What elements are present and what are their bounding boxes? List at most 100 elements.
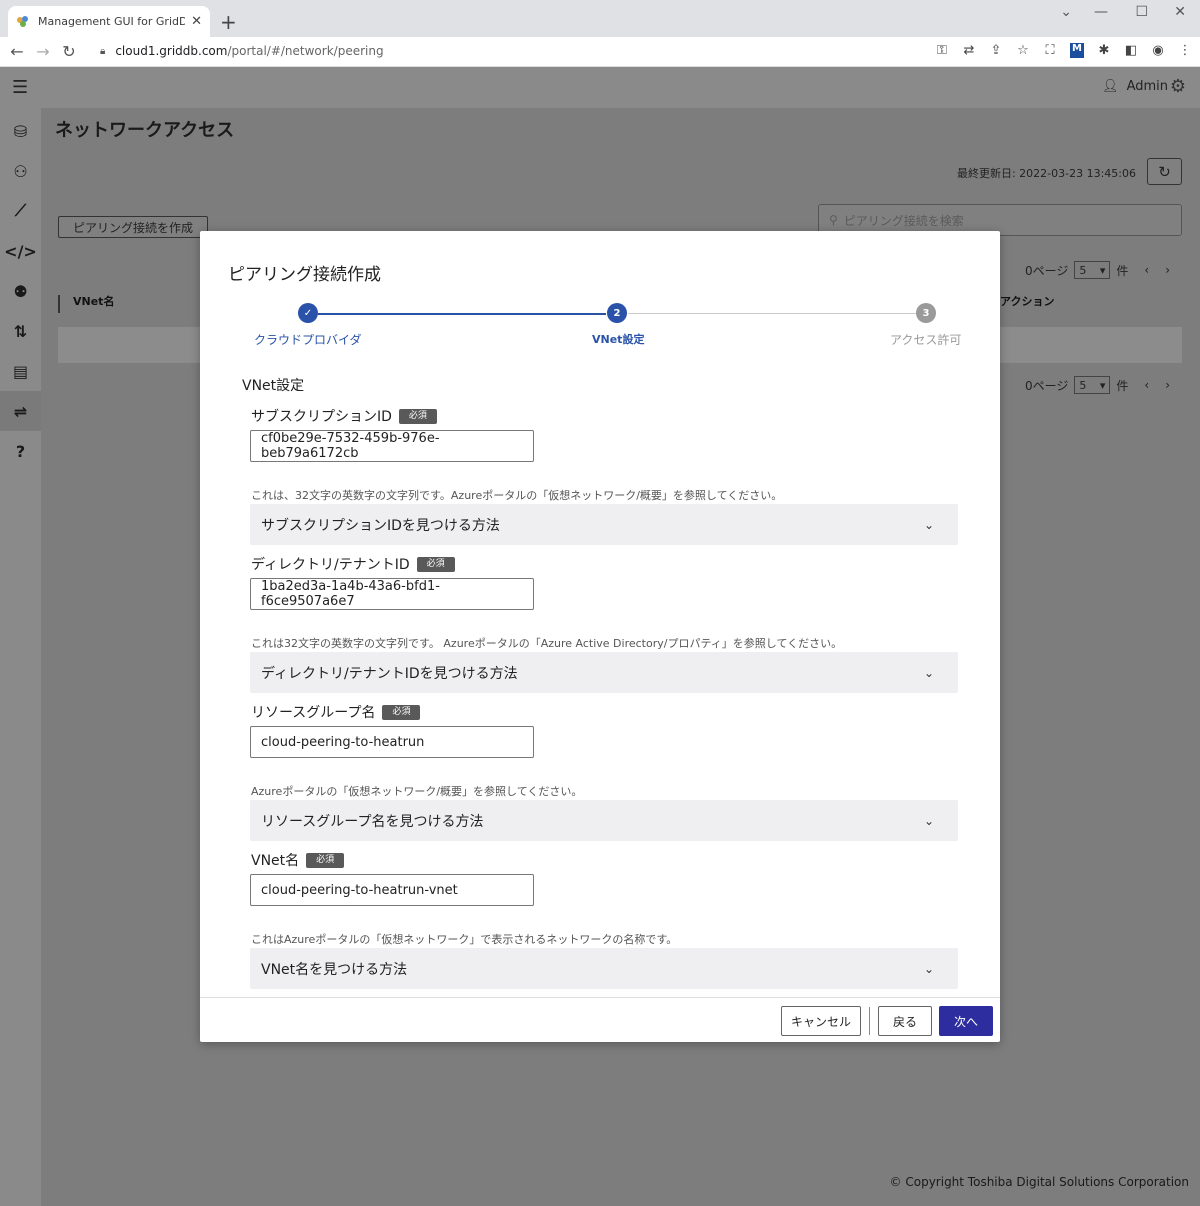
kebab-menu-icon[interactable]: ⋮: [1178, 43, 1192, 58]
vnet-name-label: VNet名 必須: [251, 850, 345, 870]
chevron-down-icon: ⌄: [923, 813, 934, 828]
url-path: /portal/#/network/peering: [227, 44, 384, 58]
tenant-id-label: ディレクトリ/テナントID 必須: [251, 554, 455, 574]
forward-arrow-icon[interactable]: →: [30, 42, 56, 61]
key-icon[interactable]: ⚿: [935, 43, 949, 58]
vnet-name-hint: これはAzureポータルの「仮想ネットワーク」で表示されるネットワークの名称です…: [251, 933, 678, 946]
resource-group-hint: Azureポータルの「仮想ネットワーク/概要」を参照してください。: [251, 785, 583, 798]
pager-unit: 件: [1116, 263, 1129, 278]
vnet-name-input[interactable]: cloud-peering-to-heatrun-vnet: [250, 874, 534, 906]
tenant-id-input[interactable]: 1ba2ed3a-1a4b-43a6-bfd1-f6ce9507a6e7: [250, 578, 534, 610]
search-placeholder: ピアリング接続を検索: [843, 213, 964, 228]
column-divider: [58, 295, 60, 313]
reload-icon[interactable]: ↻: [56, 42, 82, 61]
column-header-action: アクション: [1000, 295, 1055, 308]
griddb-favicon-icon: [16, 15, 30, 29]
puzzle-icon[interactable]: ✱: [1097, 43, 1111, 58]
hamburger-menu-icon[interactable]: ☰: [12, 77, 28, 98]
copyright: © Copyright Toshiba Digital Solutions Co…: [889, 1175, 1189, 1189]
user-menu[interactable]: 👤︎ Admin: [1102, 79, 1168, 94]
sidebar: ⛁ ⚇ ⟋ </> ⚉ ⇅ ▤ ⇌ ?: [0, 108, 41, 1206]
step-2-circle: 2: [607, 303, 627, 323]
sidepanel-icon[interactable]: ◧: [1124, 43, 1138, 58]
subscription-id-label: サブスクリプションID 必須: [251, 406, 437, 426]
browser-toolbar: ← → ↻ 🔒︎ cloud1.griddb.com/portal/#/netw…: [0, 37, 1200, 67]
upload-download-icon[interactable]: ⇅: [0, 311, 41, 351]
next-button[interactable]: 次へ: [939, 1006, 993, 1036]
tab-close-icon[interactable]: ✕: [191, 14, 202, 29]
pager-top: 0ページ 5 ▾ 件 ‹ ›: [1025, 261, 1170, 279]
step-connector-pending: [628, 313, 916, 314]
window-close-icon[interactable]: ✕: [1174, 4, 1186, 20]
tab-title: Management GUI for GridDB Clo: [38, 15, 186, 28]
extension-icons: ⚿ ⇄ ⇪ ☆ ⛶ M ✱ ◧ ◉ ⋮: [935, 43, 1192, 58]
share-icon[interactable]: ⇪: [989, 43, 1003, 58]
required-badge: 必須: [306, 852, 345, 868]
help-icon[interactable]: ?: [0, 431, 41, 471]
cancel-button[interactable]: キャンセル: [781, 1006, 861, 1036]
vnet-name-help-expander[interactable]: VNet名を見つける方法 ⌄: [250, 948, 958, 989]
translate-icon[interactable]: ⇄: [962, 43, 976, 58]
subscription-id-input[interactable]: cf0be29e-7532-459b-976e-beb79a6172cb: [250, 430, 534, 462]
user-settings-icon[interactable]: ⚇: [0, 151, 41, 191]
back-arrow-icon[interactable]: ←: [4, 42, 30, 61]
user-icon: 👤︎: [1102, 79, 1119, 94]
dialog-body: VNet設定 サブスクリプションID 必須 cf0be29e-7532-459b…: [200, 373, 1000, 995]
lock-icon: 🔒︎: [100, 45, 106, 57]
tenant-id-help-expander[interactable]: ディレクトリ/テナントIDを見つける方法 ⌄: [250, 652, 958, 693]
section-heading: VNet設定: [242, 378, 305, 394]
users-icon[interactable]: ⚉: [0, 271, 41, 311]
minimize-icon[interactable]: —: [1094, 4, 1108, 20]
resource-group-input[interactable]: cloud-peering-to-heatrun: [250, 726, 534, 758]
address-bar[interactable]: 🔒︎ cloud1.griddb.com/portal/#/network/pe…: [100, 44, 384, 58]
code-icon[interactable]: </>: [0, 231, 41, 271]
gear-icon[interactable]: ⚙: [1170, 76, 1186, 97]
step-connector-done: [318, 313, 606, 315]
required-badge: 必須: [398, 408, 437, 424]
chart-icon[interactable]: ⟋: [0, 191, 41, 231]
pager-bottom: 0ページ 5 ▾ 件 ‹ ›: [1025, 376, 1170, 394]
extension-m-icon[interactable]: M: [1070, 43, 1084, 58]
pager-label: 0ページ: [1024, 263, 1069, 278]
page-size-select[interactable]: 5 ▾: [1074, 261, 1111, 279]
admin-label: Admin: [1126, 79, 1168, 94]
browser-tab[interactable]: Management GUI for GridDB Clo ✕: [8, 6, 210, 37]
next-page-icon[interactable]: ›: [1165, 378, 1170, 392]
footer-divider: [869, 1007, 870, 1035]
refresh-button[interactable]: ↻: [1147, 158, 1182, 185]
resource-group-label: リソースグループ名 必須: [251, 702, 421, 722]
dialog-footer: キャンセル 戻る 次へ: [200, 997, 1000, 1042]
subscription-id-help-expander[interactable]: サブスクリプションIDを見つける方法 ⌄: [250, 504, 958, 545]
browser-tab-bar: Management GUI for GridDB Clo ✕ + ⌄ — ☐ …: [0, 0, 1200, 37]
create-peering-button[interactable]: ピアリング接続を作成: [58, 216, 208, 238]
required-badge: 必須: [382, 704, 421, 720]
required-badge: 必須: [416, 556, 455, 572]
clipboard-icon[interactable]: ▤: [0, 351, 41, 391]
resource-group-help-expander[interactable]: リソースグループ名を見つける方法 ⌄: [250, 800, 958, 841]
app-header: ☰ 👤︎ Admin ⚙: [0, 67, 1200, 108]
step-2-label: VNet設定: [592, 333, 645, 346]
pager-label: 0ページ: [1024, 378, 1069, 393]
pager-unit: 件: [1116, 378, 1129, 393]
profile-icon[interactable]: ◉: [1151, 43, 1165, 58]
subscription-id-hint: これは、32文字の英数字の文字列です。Azureポータルの「仮想ネットワーク/概…: [251, 489, 783, 502]
back-button[interactable]: 戻る: [878, 1006, 932, 1036]
step-1-check-icon: ✓: [298, 303, 318, 323]
new-tab-button[interactable]: +: [220, 10, 237, 34]
url-host: cloud1.griddb.com: [115, 44, 228, 58]
database-icon[interactable]: ⛁: [0, 111, 41, 151]
step-3-label: アクセス許可: [890, 333, 962, 347]
page-size-select[interactable]: 5 ▾: [1074, 376, 1111, 394]
refresh-icon: ↻: [1158, 162, 1171, 181]
dialog-title: ピアリング接続作成: [228, 265, 381, 285]
chevron-down-icon[interactable]: ⌄: [1060, 4, 1072, 20]
page-title: ネットワークアクセス: [55, 120, 235, 141]
prev-page-icon[interactable]: ‹: [1144, 378, 1149, 392]
prev-page-icon[interactable]: ‹: [1144, 263, 1149, 277]
step-3-circle: 3: [916, 303, 936, 323]
star-icon[interactable]: ☆: [1016, 43, 1030, 58]
screenshot-icon[interactable]: ⛶: [1043, 43, 1057, 58]
network-icon[interactable]: ⇌: [0, 391, 41, 431]
next-page-icon[interactable]: ›: [1165, 263, 1170, 277]
maximize-icon[interactable]: ☐: [1135, 4, 1148, 20]
